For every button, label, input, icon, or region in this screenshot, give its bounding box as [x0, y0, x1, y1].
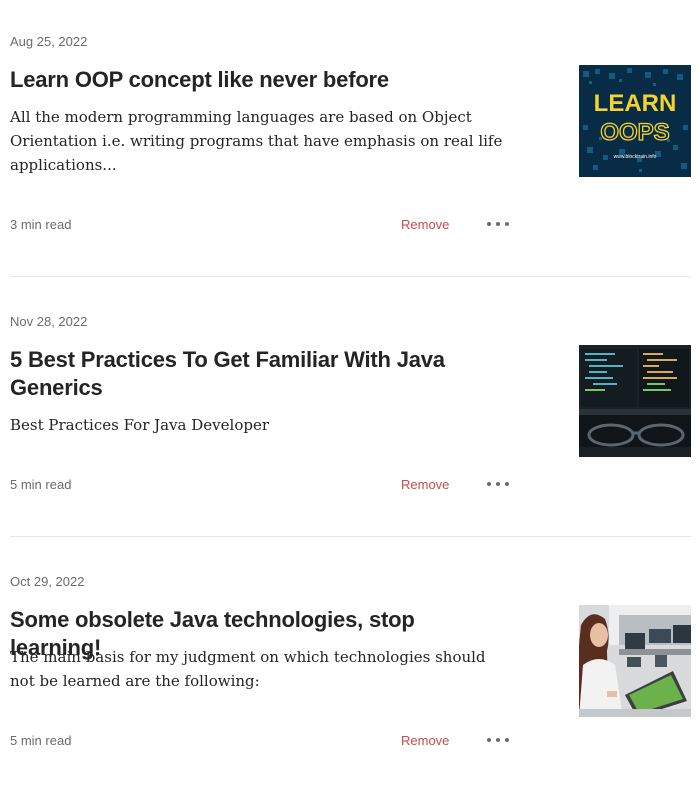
article-subtitle: All the modern programming languages are… [10, 108, 503, 174]
article-date: Aug 25, 2022 [10, 34, 88, 49]
article-title[interactable]: 5 Best Practices To Get Familiar With Ja… [10, 346, 480, 402]
remove-button[interactable]: Remove [401, 217, 449, 233]
article-card[interactable]: Aug 25, 2022 Learn OOP concept like neve… [10, 0, 691, 276]
learn-oops-image: LEARN OOPS www.blocktrain.info [579, 65, 691, 177]
article-subtitle: The main basis for my judgment on which … [10, 648, 486, 690]
article-card[interactable]: Nov 28, 2022 5 Best Practices To Get Fam… [10, 277, 691, 536]
article-title[interactable]: Learn OOP concept like never before [10, 66, 480, 94]
thumb-caption: www.blocktrain.info [614, 154, 657, 160]
article-thumbnail[interactable] [579, 345, 691, 457]
article-date: Nov 28, 2022 [10, 314, 88, 329]
more-options-icon[interactable] [487, 732, 509, 748]
article-subtitle: Best Practices For Java Developer [10, 416, 269, 434]
article-thumbnail[interactable]: LEARN OOPS www.blocktrain.info [579, 65, 691, 177]
more-options-icon[interactable] [487, 216, 509, 232]
more-options-icon[interactable] [487, 476, 509, 492]
remove-button[interactable]: Remove [401, 477, 449, 493]
thumb-text-oops: OOPS [600, 119, 669, 146]
laptop-code-image [579, 345, 691, 457]
woman-laptop-image [579, 605, 691, 717]
read-time: 3 min read [10, 217, 72, 232]
article-date: Oct 29, 2022 [10, 574, 85, 589]
thumb-text-learn: LEARN [594, 90, 677, 117]
read-time: 5 min read [10, 477, 72, 492]
remove-button[interactable]: Remove [401, 733, 449, 749]
read-time: 5 min read [10, 733, 72, 748]
article-card[interactable]: Oct 29, 2022 Some obsolete Java technolo… [10, 537, 691, 790]
article-thumbnail[interactable] [579, 605, 691, 717]
